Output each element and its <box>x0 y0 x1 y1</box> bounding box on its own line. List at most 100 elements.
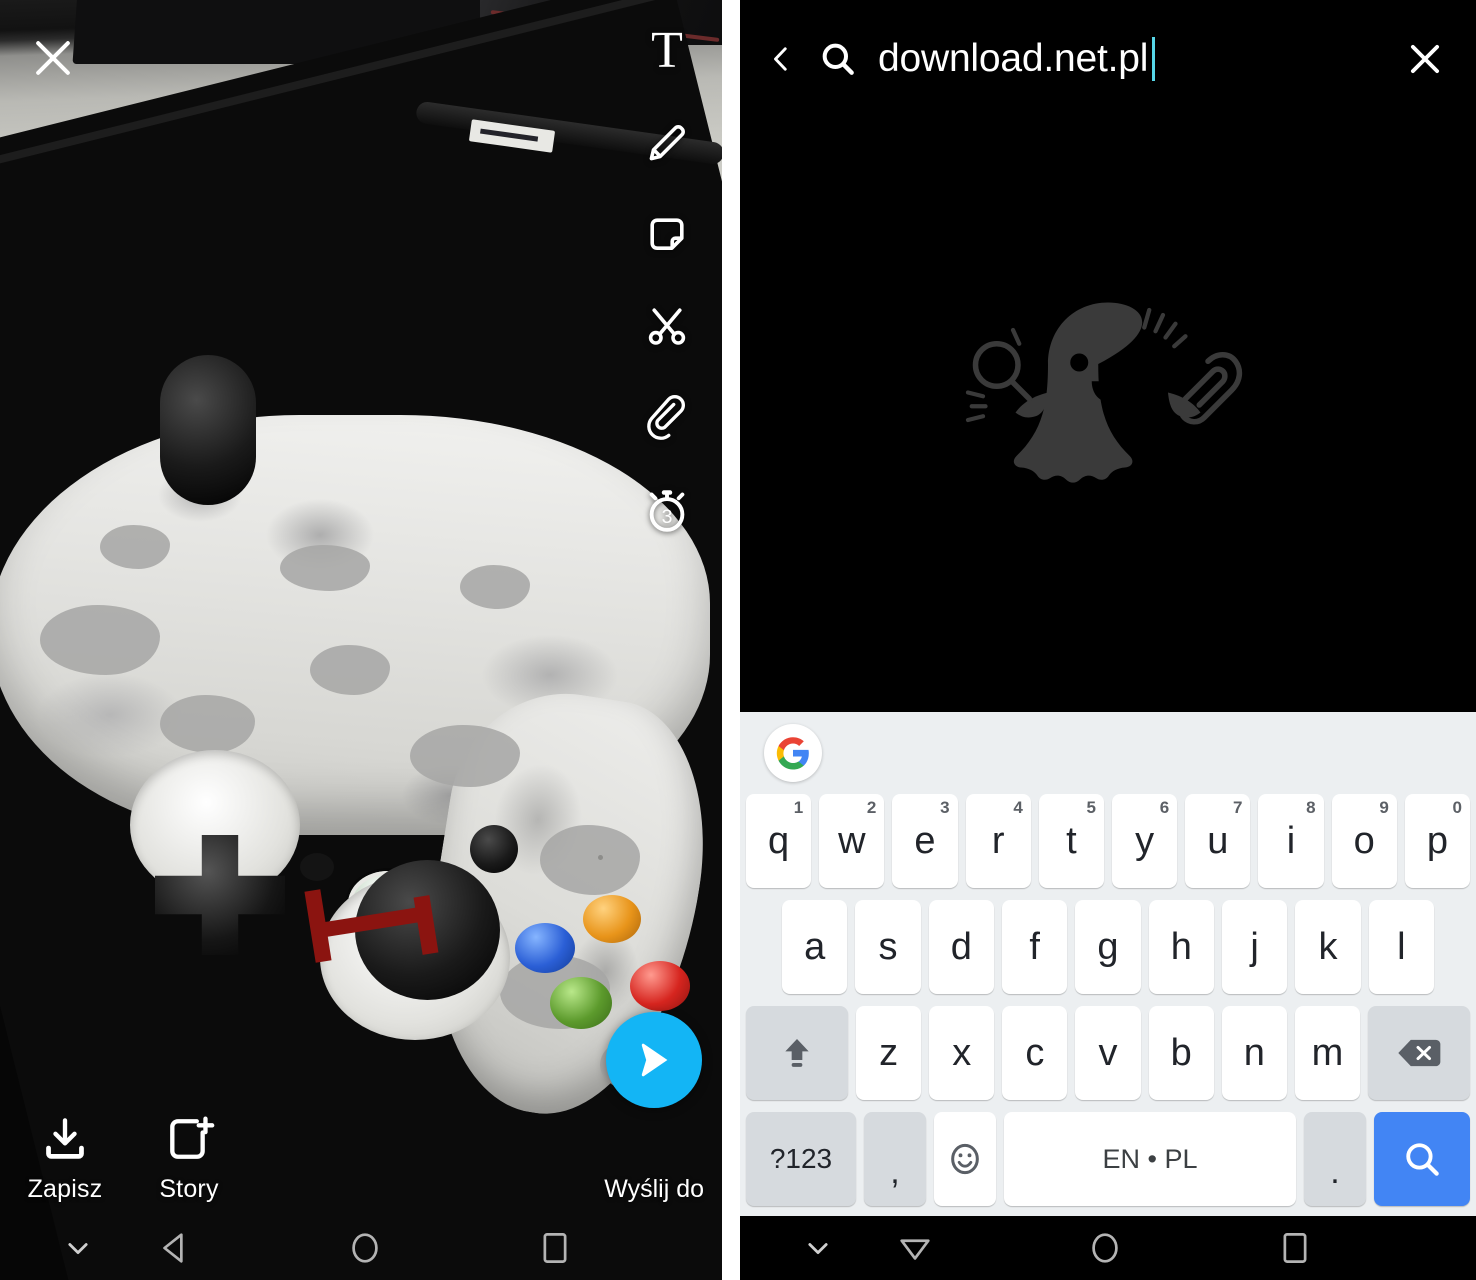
chevron-down-icon <box>808 1243 828 1255</box>
period-label: . <box>1330 1153 1340 1191</box>
a-button <box>550 977 612 1029</box>
circle-home-icon <box>352 1233 378 1263</box>
camo-patch <box>280 545 370 591</box>
key-k[interactable]: k <box>1295 900 1361 994</box>
hide-keyboard-button[interactable] <box>788 1216 848 1280</box>
key-f[interactable]: f <box>1002 900 1068 994</box>
key-h[interactable]: h <box>1148 900 1214 994</box>
send-button[interactable] <box>606 1012 702 1108</box>
sticker-tool-button[interactable] <box>638 206 696 264</box>
key-c-label: c <box>1025 1031 1045 1074</box>
camo-patch <box>160 695 255 753</box>
key-s[interactable]: s <box>855 900 921 994</box>
key-e[interactable]: 3e <box>892 794 958 888</box>
keyboard-row-1: 1q 2w 3e 4r 5t 6y 7u 8i 9o 0p <box>745 794 1471 888</box>
close-snap-button[interactable] <box>30 35 76 81</box>
controller-led-hole <box>300 853 334 881</box>
save-label: Zapisz <box>27 1175 103 1203</box>
key-f-label: f <box>1029 925 1040 968</box>
keyboard-row-2: a s d f g h j k l <box>746 900 1470 994</box>
draw-tool-button[interactable] <box>638 114 696 172</box>
b-button <box>630 961 690 1011</box>
search-input[interactable]: download.net.pl <box>878 37 1380 81</box>
key-l[interactable]: l <box>1368 900 1434 994</box>
key-x[interactable]: x <box>929 1006 995 1100</box>
key-v[interactable]: v <box>1075 1006 1141 1100</box>
key-q-label: q <box>768 819 790 862</box>
key-p[interactable]: 0p <box>1404 794 1471 888</box>
search-enter-key[interactable] <box>1374 1112 1470 1206</box>
comma-key[interactable]: , <box>864 1112 926 1206</box>
google-search-chip[interactable] <box>764 724 822 782</box>
back-button[interactable] <box>145 1216 205 1280</box>
camo-patch <box>100 525 170 569</box>
backspace-key[interactable] <box>1367 1006 1470 1100</box>
key-u-num: 7 <box>1232 798 1243 817</box>
symbols-key[interactable]: ?123 <box>746 1112 856 1206</box>
key-o[interactable]: 9o <box>1331 794 1397 888</box>
key-o-num: 9 <box>1379 798 1389 817</box>
camo-patch <box>410 725 520 787</box>
gboard-keyboard: 1q 2w 3e 4r 5t 6y 7u 8i 9o 0p a s d f g <box>740 712 1476 1216</box>
text-tool-button[interactable]: T <box>638 22 696 80</box>
home-button[interactable] <box>335 1216 395 1280</box>
download-icon <box>46 1118 84 1159</box>
key-a-label: a <box>804 925 826 968</box>
key-y[interactable]: 6y <box>1112 794 1178 888</box>
key-a[interactable]: a <box>782 900 848 994</box>
key-j[interactable]: j <box>1221 900 1288 994</box>
key-i[interactable]: 8i <box>1258 794 1324 888</box>
key-w-label: w <box>838 819 866 862</box>
back-button[interactable] <box>885 1216 945 1280</box>
key-d[interactable]: d <box>928 900 994 994</box>
recents-button[interactable] <box>525 1216 585 1280</box>
key-q[interactable]: 1q <box>745 794 812 888</box>
shift-key[interactable] <box>746 1006 848 1100</box>
clear-search-button[interactable] <box>1398 32 1452 86</box>
save-button[interactable]: Zapisz <box>26 1113 104 1204</box>
hide-keyboard-button[interactable] <box>48 1216 108 1280</box>
dust-speck <box>598 855 603 860</box>
key-j-label: j <box>1250 925 1259 968</box>
key-e-num: 3 <box>940 798 950 817</box>
key-z[interactable]: z <box>856 1006 922 1100</box>
key-w-num: 2 <box>866 798 877 817</box>
snapchat-ghost-icon <box>965 302 1243 483</box>
emoji-key[interactable] <box>934 1112 996 1206</box>
space-key[interactable]: EN • PL <box>1004 1112 1296 1206</box>
key-m[interactable]: m <box>1294 1006 1360 1100</box>
space-label: EN • PL <box>1102 1143 1198 1174</box>
paperclip-icon <box>647 394 686 440</box>
circle-home-icon <box>1092 1233 1118 1263</box>
key-w[interactable]: 2w <box>819 794 885 888</box>
scissors-tool-button[interactable] <box>638 298 696 356</box>
camo-patch <box>460 565 530 609</box>
recents-button[interactable] <box>1265 1216 1325 1280</box>
period-key[interactable]: . <box>1304 1112 1366 1206</box>
navbar-buttons <box>885 1216 1325 1280</box>
key-rows: 1q 2w 3e 4r 5t 6y 7u 8i 9o 0p a s d f g <box>740 794 1476 1216</box>
search-back-button[interactable] <box>764 35 798 83</box>
key-b[interactable]: b <box>1148 1006 1214 1100</box>
key-g[interactable]: g <box>1075 900 1141 994</box>
key-n[interactable]: n <box>1221 1006 1287 1100</box>
send-to-label[interactable]: Wyślij do <box>604 1175 704 1204</box>
key-u[interactable]: 7u <box>1185 794 1251 888</box>
y-button <box>583 895 641 943</box>
key-r[interactable]: 4r <box>965 794 1031 888</box>
search-icon-wrap <box>816 35 860 83</box>
triangle-back-icon <box>163 1233 183 1263</box>
key-t[interactable]: 5t <box>1038 794 1104 888</box>
timer-tool-button[interactable]: 3 <box>638 482 696 540</box>
square-recents-icon <box>1283 1233 1307 1263</box>
key-c[interactable]: c <box>1002 1006 1068 1100</box>
attach-link-tool-button[interactable] <box>638 390 696 448</box>
key-t-label: t <box>1066 819 1077 862</box>
home-button[interactable] <box>1075 1216 1135 1280</box>
key-u-label: u <box>1207 819 1229 862</box>
camo-patch <box>40 605 160 675</box>
story-button[interactable]: Story <box>148 1113 230 1204</box>
key-r-label: r <box>991 819 1005 862</box>
add-story-icon <box>170 1116 215 1159</box>
key-d-label: d <box>950 925 972 968</box>
